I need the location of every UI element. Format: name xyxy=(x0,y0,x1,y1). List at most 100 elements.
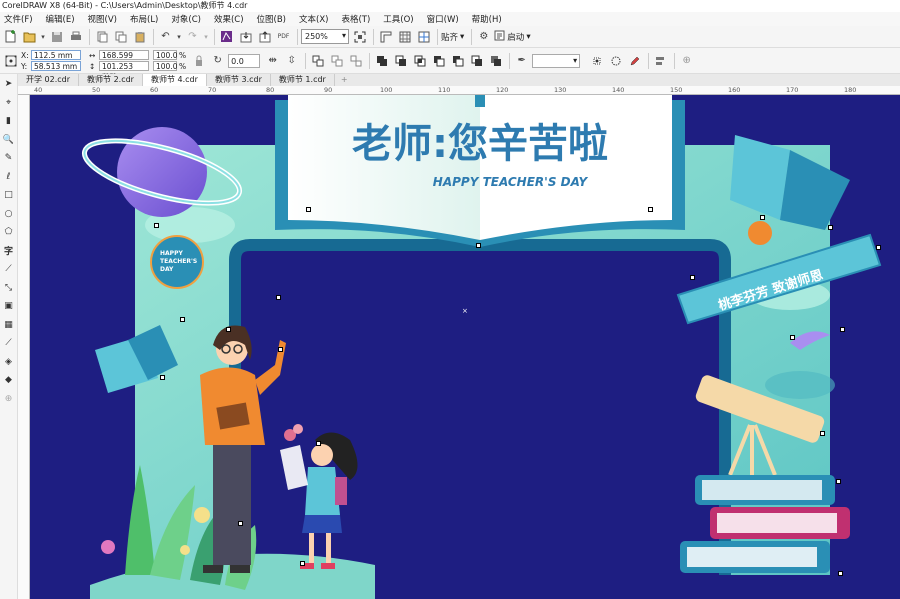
selection-handle[interactable] xyxy=(316,441,321,446)
cut-icon[interactable] xyxy=(93,28,110,45)
selection-handle[interactable] xyxy=(306,207,311,212)
weld-icon[interactable] xyxy=(373,52,390,69)
menu-file[interactable]: 文件(F) xyxy=(4,13,33,25)
menu-window[interactable]: 窗口(W) xyxy=(427,13,459,25)
menu-help[interactable]: 帮助(H) xyxy=(472,13,502,25)
rotation-field[interactable]: 0.0 xyxy=(228,53,261,68)
selection-handle[interactable] xyxy=(238,521,243,526)
selection-handle[interactable] xyxy=(760,215,765,220)
selection-handle[interactable] xyxy=(690,275,695,280)
menu-tools[interactable]: 工具(O) xyxy=(383,13,413,25)
color-eyedropper-icon[interactable]: ⟋ xyxy=(2,336,16,350)
tab-document-4[interactable]: 教师节 3.cdr xyxy=(207,74,271,86)
selection-handle[interactable] xyxy=(160,375,165,380)
launch-button[interactable]: 启动 ▾ xyxy=(494,30,531,44)
trim-icon[interactable] xyxy=(392,52,409,69)
outline-width-select[interactable] xyxy=(532,53,581,68)
drop-shadow-icon[interactable]: ▣ xyxy=(2,299,16,313)
create-boundary-icon[interactable] xyxy=(487,52,504,69)
publish-pdf-icon[interactable]: PDF xyxy=(275,28,292,45)
ellipse-tool-icon[interactable]: ○ xyxy=(2,207,16,221)
menu-effects[interactable]: 效果(C) xyxy=(214,13,244,25)
selection-handle[interactable] xyxy=(840,327,845,332)
tab-document-3-active[interactable]: 教师节 4.cdr xyxy=(142,74,207,86)
scale-x-field[interactable]: 100.0 xyxy=(153,50,177,60)
undo-dropdown-icon[interactable]: ▾ xyxy=(176,28,182,45)
scale-y-field[interactable]: 100.0 xyxy=(153,61,177,71)
print-icon[interactable] xyxy=(67,28,84,45)
selection-center-marker[interactable]: × xyxy=(462,307,468,315)
paste-icon[interactable] xyxy=(131,28,148,45)
tab-document-2[interactable]: 教师节 2.cdr xyxy=(79,74,143,86)
menu-object[interactable]: 对象(C) xyxy=(171,13,201,25)
artistic-media-icon[interactable]: ℓ xyxy=(2,170,16,184)
full-screen-icon[interactable] xyxy=(351,28,368,45)
show-grid-icon[interactable] xyxy=(396,28,413,45)
tab-document-1[interactable]: 开学 02.cdr xyxy=(18,74,80,86)
selection-handle[interactable] xyxy=(838,571,843,576)
search-content-icon[interactable] xyxy=(218,28,235,45)
drawing-canvas[interactable]: 老师:您辛苦啦 HAPPY TEACHER'S DAY HAPPY TEACHE… xyxy=(30,95,900,599)
undo-icon[interactable]: ↶ xyxy=(157,28,174,45)
group-icon[interactable] xyxy=(309,52,326,69)
menu-text[interactable]: 文本(X) xyxy=(299,13,328,25)
smart-fill-icon[interactable]: ◆ xyxy=(2,373,16,387)
selection-handle[interactable] xyxy=(828,225,833,230)
selection-handle[interactable] xyxy=(300,561,305,566)
simplify-icon[interactable] xyxy=(430,52,447,69)
open-dropdown-icon[interactable]: ▾ xyxy=(40,28,46,45)
new-document-icon[interactable] xyxy=(2,28,19,45)
outline-pen-icon[interactable]: ✒ xyxy=(513,52,530,69)
selection-handle[interactable] xyxy=(180,317,185,322)
horizontal-ruler[interactable]: 40 50 60 70 80 90 100 110 120 130 140 15… xyxy=(18,86,900,95)
back-minus-front-icon[interactable] xyxy=(468,52,485,69)
menu-view[interactable]: 视图(V) xyxy=(88,13,117,25)
crop-tool-icon[interactable]: ▮ xyxy=(2,114,16,128)
connector-tool-icon[interactable]: ⤡ xyxy=(2,281,16,295)
snap-to-button[interactable]: 贴齐 ▾ xyxy=(441,31,464,43)
selection-handle[interactable] xyxy=(278,347,283,352)
ungroup-icon[interactable] xyxy=(328,52,345,69)
quick-customize-icon[interactable] xyxy=(607,52,624,69)
text-tool-icon[interactable]: 字 xyxy=(2,244,16,258)
polygon-tool-icon[interactable]: ⬠ xyxy=(2,225,16,239)
wrap-text-icon[interactable] xyxy=(588,52,605,69)
y-position-field[interactable]: 58.513 mm xyxy=(31,61,81,71)
selection-handle[interactable] xyxy=(876,245,881,250)
export-icon[interactable] xyxy=(256,28,273,45)
show-guidelines-icon[interactable] xyxy=(415,28,432,45)
selection-handle[interactable] xyxy=(476,243,481,248)
vertical-ruler[interactable] xyxy=(18,95,30,599)
add-icon[interactable]: ⊕ xyxy=(678,52,695,69)
menu-table[interactable]: 表格(T) xyxy=(341,13,370,25)
x-position-field[interactable]: 112.5 mm xyxy=(31,50,81,60)
shape-tool-icon[interactable]: ⌖ xyxy=(2,96,16,110)
redo-dropdown-icon[interactable]: ▾ xyxy=(203,28,209,45)
align-distribute-icon[interactable] xyxy=(652,52,669,69)
import-icon[interactable] xyxy=(237,28,254,45)
save-icon[interactable] xyxy=(48,28,65,45)
object-origin-icon[interactable] xyxy=(2,52,19,69)
selection-handle[interactable] xyxy=(276,295,281,300)
zoom-tool-icon[interactable]: 🔍 xyxy=(2,133,16,147)
mirror-horizontal-icon[interactable]: ⇹ xyxy=(264,52,281,69)
selection-handle[interactable] xyxy=(154,223,159,228)
ungroup-all-icon[interactable] xyxy=(347,52,364,69)
height-field[interactable]: 101.253 mm xyxy=(99,61,149,80)
menu-bitmaps[interactable]: 位图(B) xyxy=(257,13,286,25)
interactive-fill-icon[interactable]: ◈ xyxy=(2,355,16,369)
selection-handle[interactable] xyxy=(648,207,653,212)
selection-handle[interactable] xyxy=(836,479,841,484)
tab-document-5[interactable]: 教师节 1.cdr xyxy=(271,74,335,86)
add-tool-icon[interactable]: ⊕ xyxy=(2,392,16,406)
new-tab-icon[interactable]: + xyxy=(335,74,354,86)
show-rulers-icon[interactable] xyxy=(377,28,394,45)
selection-handle[interactable] xyxy=(790,335,795,340)
selection-handle[interactable] xyxy=(226,327,231,332)
menu-edit[interactable]: 编辑(E) xyxy=(46,13,75,25)
rectangle-tool-icon[interactable]: □ xyxy=(2,188,16,202)
pick-tool-icon[interactable]: ➤ xyxy=(2,77,16,91)
copy-icon[interactable] xyxy=(112,28,129,45)
selection-handle[interactable] xyxy=(820,431,825,436)
front-minus-back-icon[interactable] xyxy=(449,52,466,69)
